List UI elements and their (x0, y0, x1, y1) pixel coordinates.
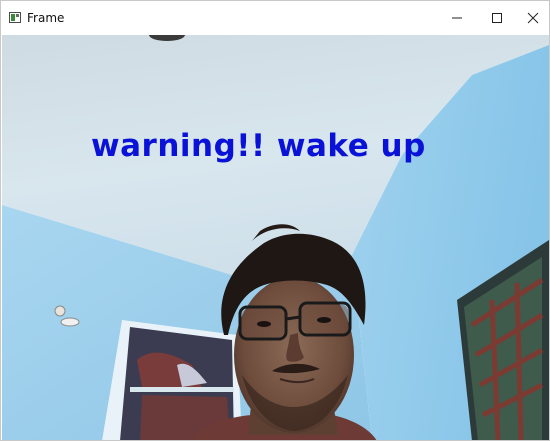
close-icon (527, 12, 539, 24)
minimize-button[interactable] (437, 1, 477, 35)
close-button[interactable] (513, 1, 549, 35)
webcam-image (2, 35, 549, 440)
webcam-frame: warning!! wake up (2, 35, 549, 440)
minimize-icon (452, 17, 462, 19)
drowsiness-warning-text: warning!! wake up (91, 128, 426, 164)
maximize-icon (492, 13, 502, 23)
app-window-icon (9, 12, 21, 23)
title-bar[interactable]: Frame (1, 1, 549, 35)
maximize-button[interactable] (477, 1, 517, 35)
frame-window: Frame warning!! wake up (0, 0, 550, 441)
window-title: Frame (27, 11, 65, 25)
